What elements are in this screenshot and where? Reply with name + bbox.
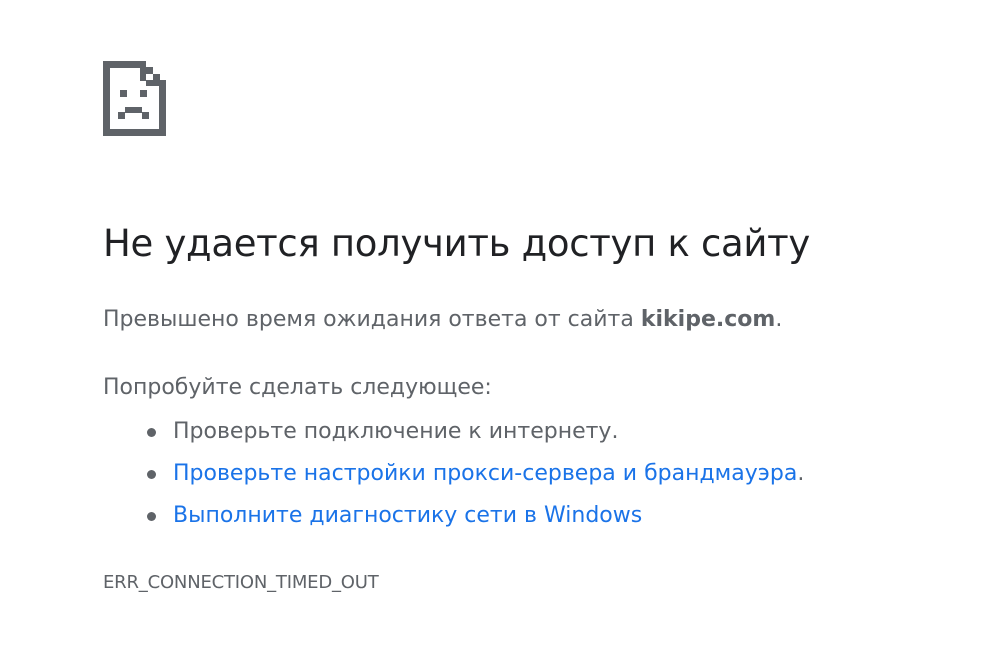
- bullet-icon: [147, 512, 156, 521]
- list-item: Проверьте настройки прокси-сервера и бра…: [103, 456, 804, 498]
- page-title: Не удается получить доступ к сайту: [103, 222, 810, 265]
- bullet-icon: [147, 470, 156, 479]
- list-item: Выполните диагностику сети в Windows: [103, 498, 804, 540]
- sad-page-icon: [103, 61, 166, 136]
- proxy-firewall-link[interactable]: Проверьте настройки прокси-сервера и бра…: [173, 461, 797, 486]
- list-item: Проверьте подключение к интернету.: [103, 414, 804, 456]
- suggestion-check-connection: Проверьте подключение к интернету.: [173, 419, 619, 444]
- suggestions-list: Проверьте подключение к интернету. Прове…: [103, 414, 804, 540]
- suggestion-trailing-period: .: [797, 461, 805, 486]
- network-diagnostics-link[interactable]: Выполните диагностику сети в Windows: [173, 503, 642, 528]
- error-description: Превышено время ожидания ответа от сайта…: [103, 307, 782, 332]
- error-description-prefix: Превышено время ожидания ответа от сайта: [103, 307, 641, 332]
- suggestions-heading: Попробуйте сделать следующее:: [103, 375, 492, 400]
- bullet-icon: [147, 428, 156, 437]
- error-code: ERR_CONNECTION_TIMED_OUT: [103, 572, 379, 593]
- site-host: kikipe.com: [640, 307, 776, 332]
- error-description-suffix: .: [775, 307, 783, 332]
